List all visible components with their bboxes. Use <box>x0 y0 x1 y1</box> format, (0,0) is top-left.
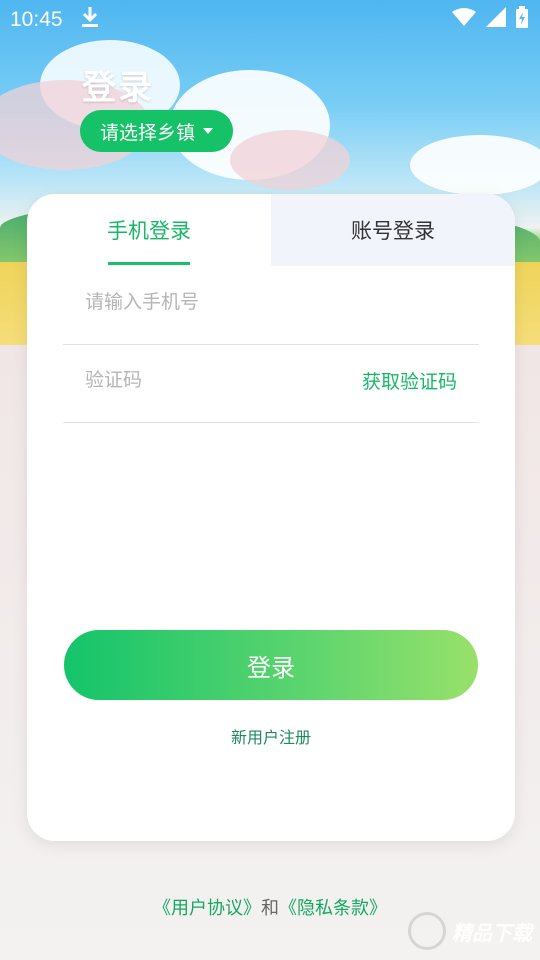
town-selector-label: 请选择乡镇 <box>99 121 195 144</box>
login-button[interactable]: 登录 <box>64 630 478 700</box>
page-title: 登录 <box>82 68 154 108</box>
cloud-mist <box>230 130 350 190</box>
status-time: 10:45 <box>10 8 63 31</box>
watermark: 精品下载 <box>408 912 532 950</box>
register-link[interactable]: 新用户注册 <box>27 724 515 748</box>
privacy-policy-link[interactable]: 《隐私条款》 <box>279 898 387 919</box>
phone-field[interactable]: 请输入手机号 <box>63 266 479 345</box>
code-input-placeholder: 验证码 <box>85 369 143 391</box>
tab-phone-login-label: 手机登录 <box>107 219 191 243</box>
watermark-text: 精品下载 <box>452 920 532 945</box>
user-agreement-link[interactable]: 《用户协议》 <box>153 898 261 919</box>
get-code-button[interactable]: 获取验证码 <box>362 344 457 420</box>
code-field[interactable]: 验证码 获取验证码 <box>63 344 479 423</box>
wifi-icon <box>452 7 476 32</box>
phone-input-placeholder: 请输入手机号 <box>85 291 200 313</box>
town-selector[interactable]: 请选择乡镇 <box>80 110 233 152</box>
login-card: 手机登录 账号登录 请输入手机号 验证码 获取验证码 登录 新用户注册 <box>27 194 515 841</box>
download-icon <box>80 5 100 35</box>
status-bar: 10:45 <box>0 0 540 38</box>
active-tab-indicator <box>108 262 190 265</box>
tab-phone-login[interactable]: 手机登录 <box>27 194 271 266</box>
tab-account-login[interactable]: 账号登录 <box>271 194 515 266</box>
signal-icon <box>486 7 506 32</box>
agreement-and: 和 <box>261 898 279 919</box>
battery-icon <box>516 6 528 33</box>
caret-down-icon <box>203 128 213 134</box>
tab-account-login-label: 账号登录 <box>351 219 435 243</box>
watermark-logo-icon <box>408 912 446 950</box>
cloud <box>410 135 540 195</box>
